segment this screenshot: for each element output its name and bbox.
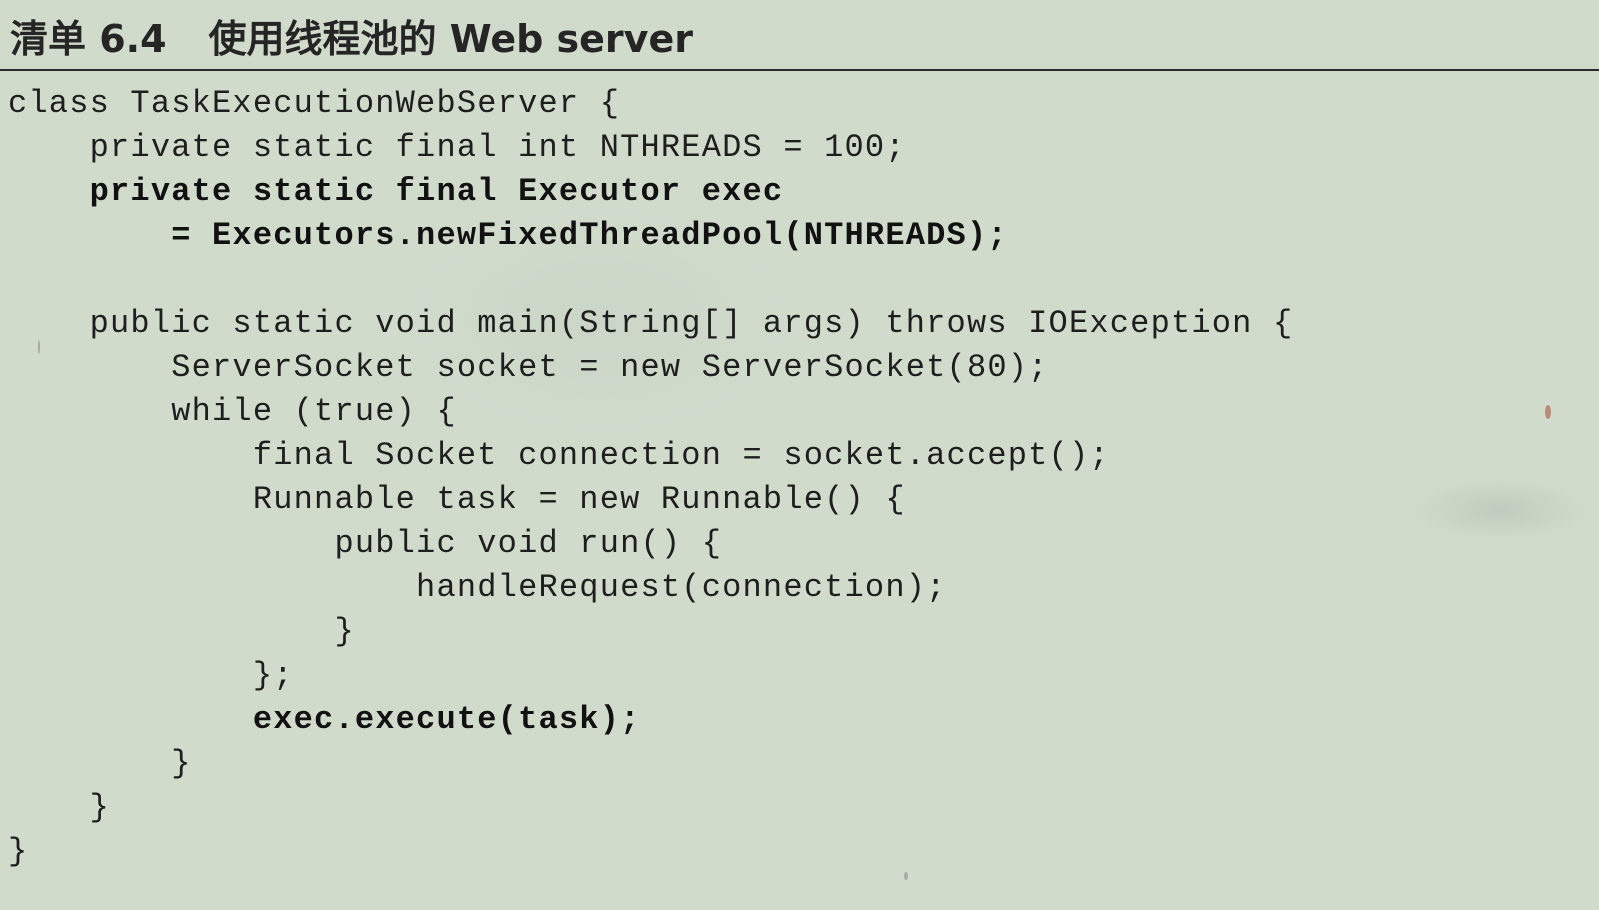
code-line: } <box>8 613 355 650</box>
code-line: final Socket connection = socket.accept(… <box>8 437 1110 474</box>
code-line: } <box>8 789 111 826</box>
listing-caption: 清单 6.4 使用线程池的 Web server <box>10 8 693 61</box>
code-line: } <box>8 833 29 870</box>
code-line: exec.execute(task); <box>8 701 641 738</box>
paper-speck <box>904 872 908 880</box>
paper-speck <box>38 340 40 354</box>
code-line: private static final Executor exec <box>8 173 784 210</box>
code-line: } <box>8 745 192 782</box>
code-listing: class TaskExecutionWebServer { private s… <box>8 82 1293 874</box>
code-line: handleRequest(connection); <box>8 569 947 606</box>
code-line: private static final int NTHREADS = 100; <box>8 129 906 166</box>
caption-divider <box>0 69 1599 71</box>
code-line: public static void main(String[] args) t… <box>8 305 1294 342</box>
paper-speck <box>1545 405 1551 419</box>
code-line: while (true) { <box>8 393 457 430</box>
code-line: Runnable task = new Runnable() { <box>8 481 906 518</box>
code-line: ServerSocket socket = new ServerSocket(8… <box>8 349 1049 386</box>
listing-title: 使用线程池的 Web server <box>208 17 693 61</box>
book-page: 清单 6.4 使用线程池的 Web server class TaskExecu… <box>0 0 1599 910</box>
code-line: = Executors.newFixedThreadPool(NTHREADS)… <box>8 217 1008 254</box>
code-line: class TaskExecutionWebServer { <box>8 85 621 122</box>
code-line: }; <box>8 657 294 694</box>
listing-label: 清单 6.4 <box>10 17 167 61</box>
code-line: public void run() { <box>8 525 723 562</box>
